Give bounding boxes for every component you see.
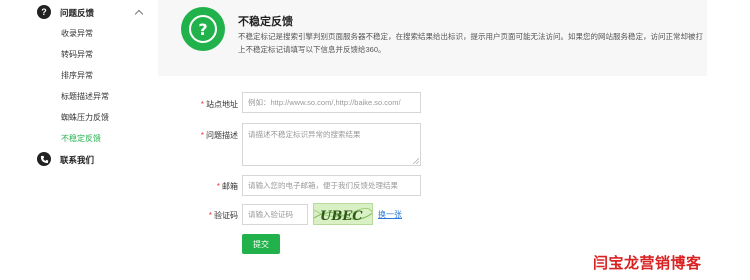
chevron-up-icon[interactable] — [134, 9, 144, 19]
sidebar-item-title-desc[interactable]: 标题描述异常 — [61, 91, 109, 102]
refresh-captcha-link[interactable]: 换一张 — [378, 209, 402, 220]
sidebar-item-ranking[interactable]: 排序异常 — [61, 70, 93, 81]
sidebar-section-feedback[interactable]: 问题反馈 — [60, 7, 94, 19]
sidebar-item-spider-pressure[interactable]: 蜘蛛压力反馈 — [61, 112, 109, 123]
resize-grip-icon[interactable] — [413, 158, 419, 164]
email-label: * 邮箱 — [216, 182, 238, 191]
page-title: 不稳定反馈 — [238, 16, 293, 28]
captcha-text: UBEC — [320, 209, 363, 224]
captcha-label: * 验证码 — [208, 211, 238, 220]
captcha-image[interactable]: UBEC — [313, 203, 373, 225]
submit-button[interactable]: 提交 — [242, 234, 280, 254]
page-description: 不稳定标记是搜索引擎判别页面服务器不稳定，在搜索结果给出标识，提示用户页面可能无… — [238, 32, 703, 54]
email-input[interactable]: 请输入您的电子邮箱，便于我们反馈处理结果 — [242, 175, 421, 196]
site-url-label: * 站点地址 — [200, 100, 238, 109]
description-label: * 问题描述 — [200, 131, 238, 140]
sidebar-item-transcoding[interactable]: 转码异常 — [61, 49, 93, 60]
sidebar-item-indexing[interactable]: 收录异常 — [61, 28, 93, 39]
sidebar-item-instability[interactable]: 不稳定反馈 — [61, 133, 101, 144]
sidebar: ? 问题反馈 收录异常 转码异常 排序异常 标题描述异常 蜘蛛压力反馈 不稳定反… — [0, 0, 158, 280]
question-circle-icon: ? — [181, 7, 225, 51]
phone-icon — [37, 152, 51, 166]
description-textarea[interactable]: 请描述不稳定标识异常的搜索结果 — [242, 123, 421, 166]
sidebar-section-contact[interactable]: 联系我们 — [60, 154, 94, 166]
captcha-input[interactable]: 请输入验证码 — [242, 204, 308, 225]
watermark-text: 闫宝龙营销博客 — [593, 254, 702, 272]
question-circle-icon: ? — [37, 5, 51, 19]
site-url-input[interactable]: 例如：http://www.so.com/,http://baike.so.co… — [242, 92, 421, 113]
